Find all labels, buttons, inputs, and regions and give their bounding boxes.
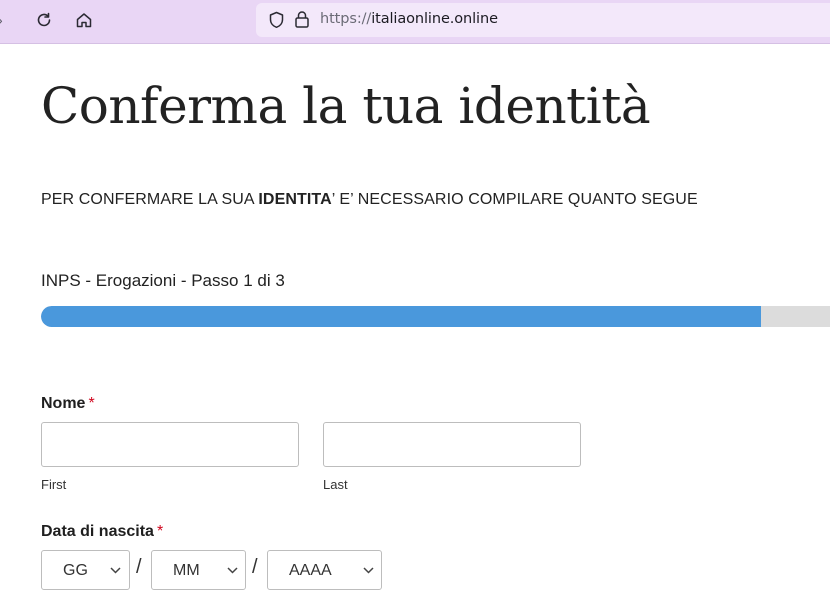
- reload-button[interactable]: [33, 9, 55, 31]
- dob-label: Data di nascita *: [41, 523, 163, 541]
- url-bar[interactable]: https://italiaonline.online: [256, 3, 830, 37]
- forward-arrow-icon[interactable]: ›: [0, 12, 3, 28]
- chevron-down-icon: [227, 567, 238, 574]
- first-name-input[interactable]: [41, 422, 299, 467]
- intro-text: PER CONFERMARE LA SUA IDENTITA’ E’ NECES…: [41, 191, 698, 209]
- chevron-down-icon: [363, 567, 374, 574]
- month-select[interactable]: MM: [151, 550, 246, 590]
- url-scheme: https://: [320, 11, 372, 27]
- month-select-value: MM: [173, 562, 200, 579]
- page-title: Conferma la tua identità: [41, 77, 651, 135]
- lock-icon[interactable]: [294, 10, 310, 29]
- required-mark: *: [88, 395, 95, 412]
- intro-prefix: PER CONFERMARE LA SUA: [41, 191, 259, 208]
- progress-bar: [41, 306, 830, 327]
- browser-toolbar: › https://italiaonline.online: [0, 0, 830, 44]
- dob-label-text: Data di nascita: [41, 523, 154, 540]
- intro-bold: IDENTITA: [258, 191, 332, 208]
- first-sublabel: First: [41, 477, 67, 492]
- day-select-value: GG: [63, 562, 88, 579]
- year-select[interactable]: AAAA: [267, 550, 382, 590]
- chevron-down-icon: [110, 567, 121, 574]
- year-select-value: AAAA: [289, 562, 332, 579]
- progress-fill: [41, 306, 761, 327]
- required-mark: *: [156, 523, 164, 540]
- day-select[interactable]: GG: [41, 550, 130, 590]
- step-label: INPS - Erogazioni - Passo 1 di 3: [41, 271, 285, 290]
- url-text[interactable]: https://italiaonline.online: [320, 11, 498, 27]
- last-name-input[interactable]: [323, 422, 581, 467]
- tracking-protection-icon[interactable]: [268, 11, 285, 29]
- date-separator: /: [252, 556, 258, 578]
- intro-suffix: ’ E’ NECESSARIO COMPILARE QUANTO SEGUE: [331, 191, 698, 208]
- last-sublabel: Last: [323, 477, 348, 492]
- name-label: Nome *: [41, 395, 95, 413]
- date-separator: /: [136, 556, 142, 578]
- name-label-text: Nome: [41, 395, 86, 412]
- home-icon: [76, 13, 92, 28]
- reload-icon: [37, 12, 51, 27]
- url-host: italiaonline.online: [371, 11, 498, 27]
- home-button[interactable]: [73, 9, 95, 31]
